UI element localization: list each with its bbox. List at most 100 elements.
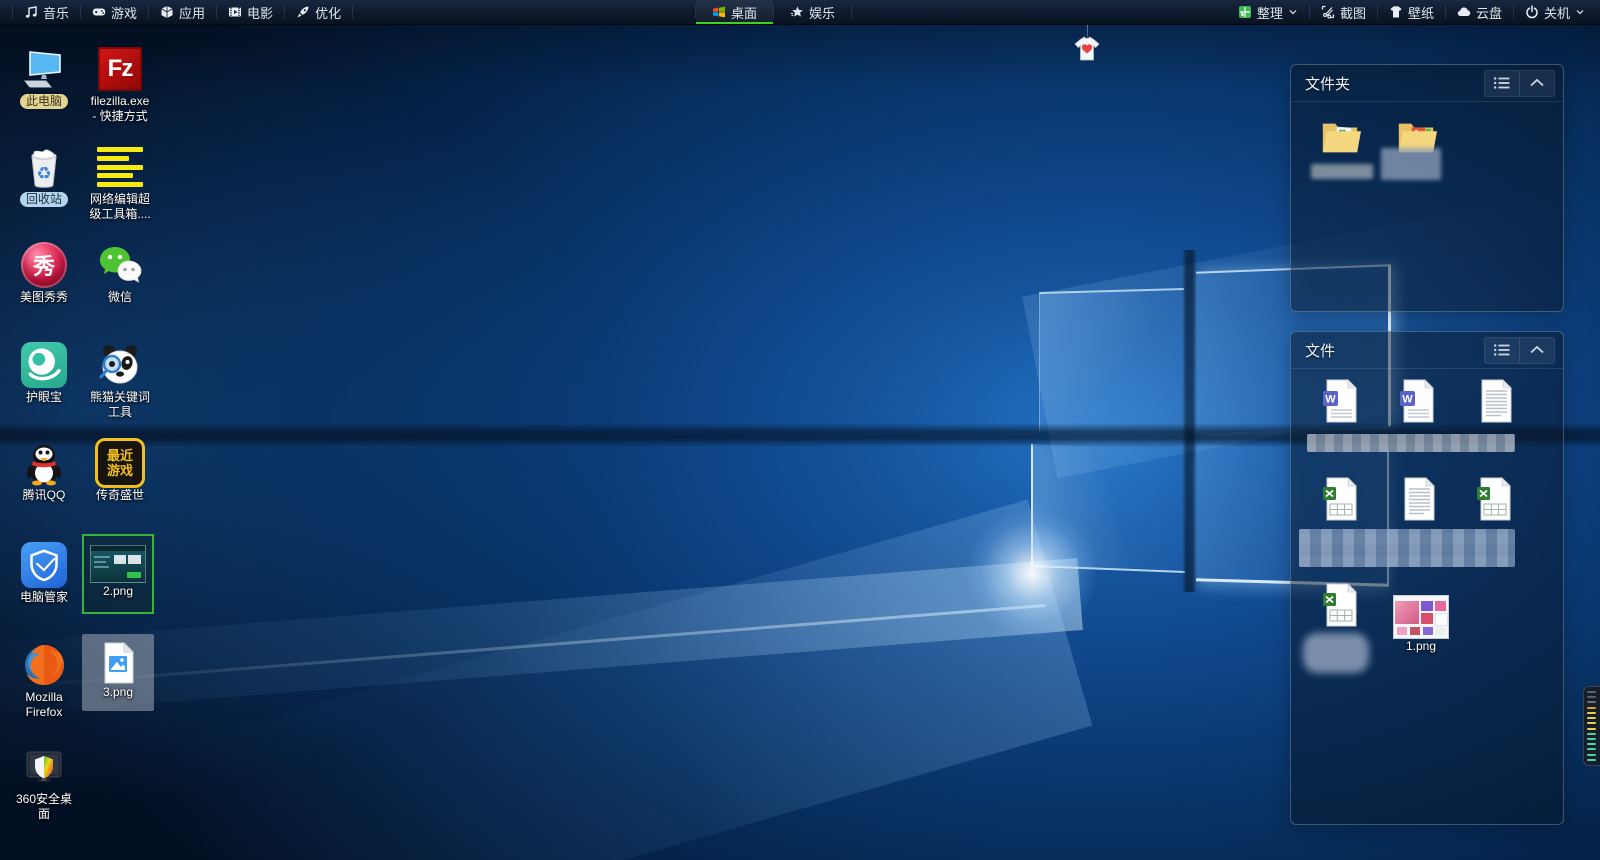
collapse-panel-button[interactable] [1519,71,1554,96]
file-item-file-excel-1[interactable] [1319,475,1363,523]
topbar-item-movies[interactable]: 电影 [217,0,284,24]
topbar-action-organize[interactable]: 整理 [1227,0,1309,24]
topbar-action-screenshot-label: 截图 [1340,3,1366,22]
eye-care-icon [21,340,67,390]
chevron-down-icon[interactable] [0,0,12,24]
files-panel: 文件 W W 1.png [1290,331,1564,825]
desktop-icon-tencent-qq[interactable]: 腾讯QQ [6,432,82,503]
desktop-icon-png-3[interactable]: 3.png [82,634,154,711]
legend-game-icon: 最近游戏 [95,438,145,488]
wallpaper-icon [1389,5,1403,19]
topbar-action-organize-label: 整理 [1257,3,1283,22]
svg-text:W: W [1325,394,1336,406]
file-image-1-label: 1.png [1406,639,1436,654]
volume-meter-bar [1587,733,1596,735]
desktop-icon-filezilla[interactable]: Fzfilezilla.exe- 快捷方式 [82,38,158,124]
web-toolbox-icon [97,142,143,192]
volume-meter-bar [1587,707,1596,709]
desktop-icon-360-desktop[interactable]: 360安全桌面 [6,736,82,822]
topbar-item-games[interactable]: 游戏 [81,0,148,24]
firefox-label-1: Mozilla [25,690,62,705]
volume-meter-widget[interactable] [1583,686,1600,766]
topbar-separator [851,5,852,19]
png-3-label: 3.png [103,685,133,700]
file-item-file-excel-3[interactable] [1319,581,1363,629]
topbar-action-wallpaper[interactable]: 壁纸 [1378,0,1445,24]
file-item-file-text-1[interactable] [1473,377,1517,425]
file-item-file-text-2[interactable] [1396,475,1440,523]
firefox-label-2: Firefox [26,705,63,720]
top-dock-bar: 音乐 游戏应用 电影优化 桌面娱乐 整理 截图 壁纸云盘关机 [0,0,1600,25]
windows-flag-icon [712,5,726,19]
file-item-file-excel-2[interactable] [1473,475,1517,523]
topbar-action-screenshot[interactable]: 截图 [1310,0,1377,24]
folders-panel-title: 文件夹 [1305,73,1350,94]
wechat-label: 微信 [108,290,132,305]
volume-meter-bar [1587,759,1596,761]
this-pc-icon [20,44,68,94]
topbar-separator [352,5,353,19]
topbar-item-music[interactable]: 音乐 [13,0,80,24]
volume-meter-bar [1587,712,1596,714]
volume-meter-bar [1587,748,1596,750]
topbar-action-wallpaper-label: 壁纸 [1408,3,1434,22]
tab-desktop[interactable]: 桌面 [696,0,773,24]
tab-desktop-label: 桌面 [731,3,757,22]
panda-keyword-icon [96,340,144,390]
topbar-item-apps[interactable]: 应用 [149,0,216,24]
pc-manager-label: 电脑管家 [20,590,68,605]
list-icon [1493,343,1511,357]
desktop-icon-meitu[interactable]: 秀美图秀秀 [6,234,82,305]
recycle-bin-icon: ♻ [20,142,68,192]
topbar-item-movies-label: 电影 [247,3,273,22]
apps-icon [160,5,174,19]
desktop-icon-eye-care[interactable]: 护眼宝 [6,334,82,405]
this-pc-label: 此电脑 [20,94,68,109]
dropdown-caret-icon[interactable] [1288,7,1298,17]
redacted-folder-name [1311,164,1373,179]
list-icon [1493,76,1511,90]
desktop-icon-wechat[interactable]: 微信 [82,234,158,305]
folders-panel-buttons [1484,70,1555,97]
tab-entertainment[interactable]: 娱乐 [774,0,851,24]
volume-meter-bar [1587,701,1596,703]
cloud-icon [1457,5,1471,19]
folder-item-folder-1[interactable] [1317,116,1363,158]
meitu-label: 美图秀秀 [20,290,68,305]
organize-icon [1238,5,1252,19]
360-desktop-icon [20,742,68,792]
desktop-icon-firefox[interactable]: MozillaFirefox [6,634,82,720]
panda-keyword-label-2: 工具 [108,405,132,420]
files-panel-title: 文件 [1305,340,1335,361]
dropdown-caret-icon[interactable] [1575,7,1585,17]
desktop-icon-panda-keyword[interactable]: 熊猫关键词工具 [82,334,158,420]
desktop-icon-legend-game[interactable]: 最近游戏传奇盛世 [82,432,158,503]
desktop-icon-recycle-bin[interactable]: ♻回收站 [6,136,82,207]
topbar-action-shutdown[interactable]: 关机 [1514,0,1596,24]
desktop-icon-pc-manager[interactable]: 电脑管家 [6,534,82,605]
list-view-button[interactable] [1485,338,1519,363]
redacted-folder-name [1381,148,1441,180]
star-icon [790,5,804,19]
list-view-button[interactable] [1485,71,1519,96]
desktop-icon-this-pc[interactable]: 此电脑 [6,38,82,109]
desktop-icon-png-2[interactable]: 2.png [82,534,154,614]
redacted-file-names [1307,434,1515,452]
topbar-item-games-label: 游戏 [111,3,137,22]
topbar-item-optimize[interactable]: 优化 [285,0,352,24]
360-desktop-label-2: 面 [38,807,50,822]
chevron-up-icon [1529,345,1545,355]
file-item-file-word-1[interactable]: W [1319,377,1363,425]
meitu-icon: 秀 [21,240,67,290]
filezilla-label-1: filezilla.exe [91,94,150,109]
svg-text:♻: ♻ [36,164,51,183]
topbar-item-music-label: 音乐 [43,3,69,22]
file-item-file-word-2[interactable]: W [1396,377,1440,425]
volume-meter-bar [1587,728,1596,730]
desktop-icon-web-toolbox[interactable]: 网络编辑超级工具箱.... [82,136,158,222]
collapse-panel-button[interactable] [1519,338,1554,363]
tencent-qq-label: 腾讯QQ [23,488,66,503]
topbar-action-cloud[interactable]: 云盘 [1446,0,1513,24]
file-item-file-image-1[interactable]: 1.png [1393,595,1449,654]
tshirt-heart-icon [1072,36,1102,62]
